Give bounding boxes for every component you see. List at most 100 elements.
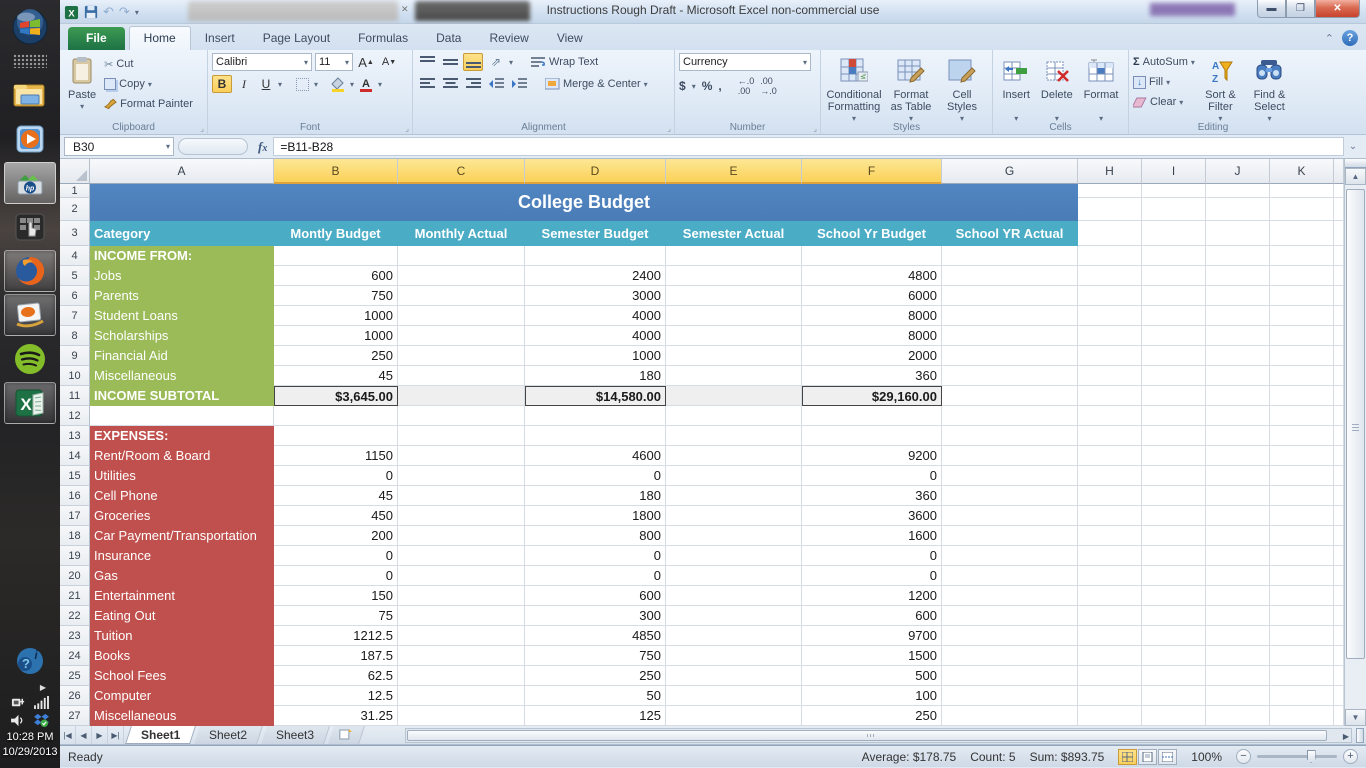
row-header-22[interactable]: 22: [60, 606, 90, 626]
cell-D19[interactable]: 0: [525, 546, 666, 566]
vscroll-thumb[interactable]: [1346, 189, 1365, 659]
cell-K8[interactable]: [1270, 326, 1334, 346]
row-header-27[interactable]: 27: [60, 706, 90, 726]
restore-button[interactable]: ❐: [1286, 0, 1315, 18]
cell-G12[interactable]: [942, 406, 1078, 426]
row-header-13[interactable]: 13: [60, 426, 90, 446]
cell-C9[interactable]: [398, 346, 525, 366]
cell-F7[interactable]: 8000: [802, 306, 942, 326]
row-header-24[interactable]: 24: [60, 646, 90, 666]
cell-F16[interactable]: 360: [802, 486, 942, 506]
cell-partial[interactable]: [1334, 221, 1344, 246]
bold-button[interactable]: B: [212, 75, 232, 93]
cell-C7[interactable]: [398, 306, 525, 326]
cell-J10[interactable]: [1206, 366, 1270, 386]
cell-A12[interactable]: [90, 406, 274, 426]
hscroll-thumb[interactable]: [407, 730, 1327, 741]
merge-center-button[interactable]: Merge & Center▾: [545, 75, 648, 93]
row-header-14[interactable]: 14: [60, 446, 90, 466]
sheet-tab-sheet1[interactable]: Sheet1: [125, 726, 196, 744]
cell-F5[interactable]: 4800: [802, 266, 942, 286]
cell-C14[interactable]: [398, 446, 525, 466]
font-name-select[interactable]: Calibri▾: [212, 53, 312, 71]
tab-page-layout[interactable]: Page Layout: [249, 27, 344, 50]
cell-partial[interactable]: [1334, 326, 1344, 346]
cell-partial[interactable]: [1334, 198, 1344, 221]
cell-A18[interactable]: Car Payment/Transportation: [90, 526, 274, 546]
cell-G7[interactable]: [942, 306, 1078, 326]
cell-G10[interactable]: [942, 366, 1078, 386]
format-as-table-button[interactable]: Format as Table▾: [883, 53, 939, 127]
cell-B18[interactable]: 200: [274, 526, 398, 546]
cell-partial[interactable]: [1334, 184, 1344, 198]
currency-icon[interactable]: $: [679, 79, 686, 93]
column-header-H[interactable]: H: [1078, 159, 1142, 184]
cell-C24[interactable]: [398, 646, 525, 666]
cell-J16[interactable]: [1206, 486, 1270, 506]
cell-E4[interactable]: [666, 246, 802, 266]
last-sheet-icon[interactable]: ▶|: [108, 726, 124, 744]
cell-partial[interactable]: [1334, 566, 1344, 586]
cell-A25[interactable]: School Fees: [90, 666, 274, 686]
cell-A21[interactable]: Entertainment: [90, 586, 274, 606]
insert-function-icon[interactable]: fx: [258, 139, 267, 155]
cell-F23[interactable]: 9700: [802, 626, 942, 646]
cell-G6[interactable]: [942, 286, 1078, 306]
cell-I25[interactable]: [1142, 666, 1206, 686]
column-header-C[interactable]: C: [398, 159, 525, 184]
taskbar-item-media-player[interactable]: [4, 118, 56, 160]
cell-J24[interactable]: [1206, 646, 1270, 666]
cell-E5[interactable]: [666, 266, 802, 286]
cell-E13[interactable]: [666, 426, 802, 446]
cell-I8[interactable]: [1142, 326, 1206, 346]
cell-D3[interactable]: Semester Budget: [525, 221, 666, 246]
cell-A3[interactable]: Category: [90, 221, 274, 246]
cell-E21[interactable]: [666, 586, 802, 606]
cell-K12[interactable]: [1270, 406, 1334, 426]
cell-E7[interactable]: [666, 306, 802, 326]
cell-K21[interactable]: [1270, 586, 1334, 606]
column-header-G[interactable]: G: [942, 159, 1078, 184]
cell-I11[interactable]: [1142, 386, 1206, 406]
cell-D15[interactable]: 0: [525, 466, 666, 486]
zoom-level[interactable]: 100%: [1191, 750, 1222, 764]
cell-B10[interactable]: 45: [274, 366, 398, 386]
row-header-26[interactable]: 26: [60, 686, 90, 706]
cell-C13[interactable]: [398, 426, 525, 446]
cell-J27[interactable]: [1206, 706, 1270, 726]
minimize-button[interactable]: ▬: [1257, 0, 1286, 18]
cell-K9[interactable]: [1270, 346, 1334, 366]
cell-I9[interactable]: [1142, 346, 1206, 366]
cell-H26[interactable]: [1078, 686, 1142, 706]
cell-F9[interactable]: 2000: [802, 346, 942, 366]
cell-I1[interactable]: [1142, 184, 1206, 198]
cell-B12[interactable]: [274, 406, 398, 426]
cell-D14[interactable]: 4600: [525, 446, 666, 466]
cell-J20[interactable]: [1206, 566, 1270, 586]
column-header-D[interactable]: D: [525, 159, 666, 184]
cell-partial[interactable]: [1334, 346, 1344, 366]
copy-button[interactable]: Copy▾: [104, 75, 193, 93]
cell-E22[interactable]: [666, 606, 802, 626]
cell-partial[interactable]: [1334, 526, 1344, 546]
cell-H25[interactable]: [1078, 666, 1142, 686]
cell-B11[interactable]: $3,645.00: [274, 386, 398, 406]
fill-button[interactable]: ↓Fill▾: [1133, 73, 1195, 91]
cell-K11[interactable]: [1270, 386, 1334, 406]
cell-partial[interactable]: [1334, 706, 1344, 726]
alignment-dialog-launcher[interactable]: ⌟: [667, 124, 671, 133]
cell-partial[interactable]: [1334, 646, 1344, 666]
cell-styles-button[interactable]: Cell Styles▾: [939, 53, 985, 127]
cell-D23[interactable]: 4850: [525, 626, 666, 646]
align-bottom-icon[interactable]: [463, 53, 483, 71]
cell-G18[interactable]: [942, 526, 1078, 546]
cell-I5[interactable]: [1142, 266, 1206, 286]
cell-J18[interactable]: [1206, 526, 1270, 546]
cell-C21[interactable]: [398, 586, 525, 606]
align-left-icon[interactable]: [417, 75, 437, 93]
cell-J11[interactable]: [1206, 386, 1270, 406]
cell-G23[interactable]: [942, 626, 1078, 646]
cell-partial[interactable]: [1334, 286, 1344, 306]
cell-K2[interactable]: [1270, 198, 1334, 221]
close-button[interactable]: ✕: [1315, 0, 1360, 18]
